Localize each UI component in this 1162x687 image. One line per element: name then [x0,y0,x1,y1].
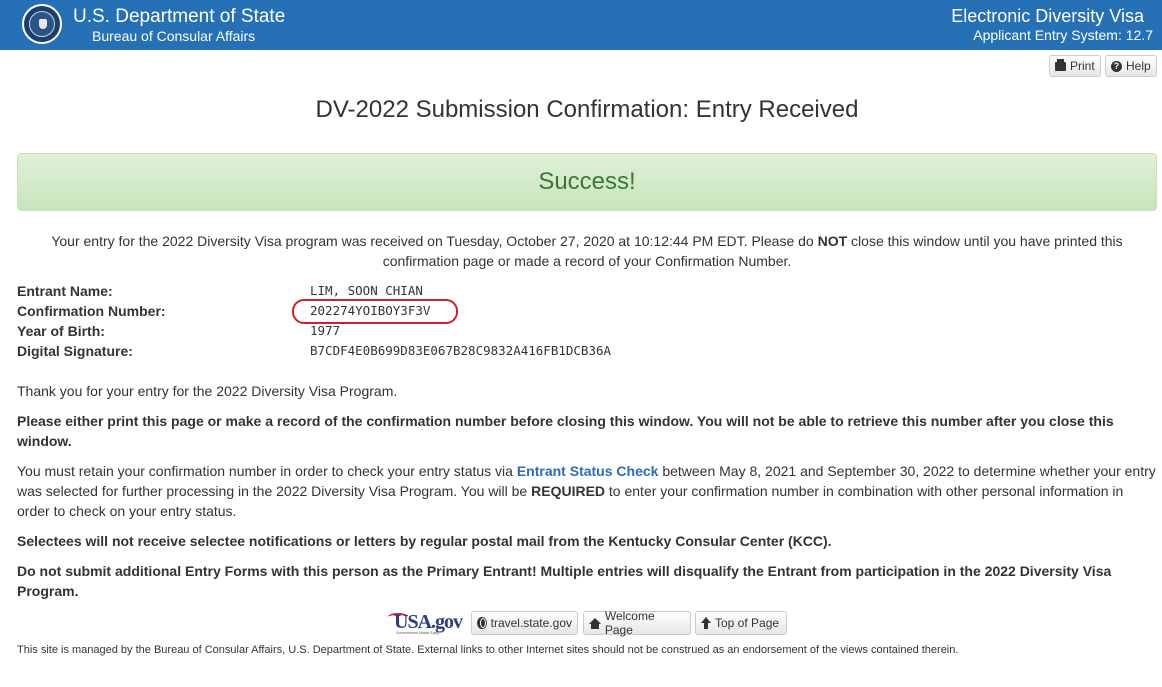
retain-paragraph: You must retain your confirmation number… [17,463,1156,519]
usa-gov-tagline: Government Made Easy [396,630,440,635]
multiple-entries-paragraph: Do not submit additional Entry Forms wit… [17,563,1112,599]
welcome-page-button[interactable]: Welcome Page [583,609,691,637]
arrow-up-icon [701,617,711,629]
selectees-paragraph: Selectees will not receive selectee noti… [17,533,832,549]
year-of-birth-label: Year of Birth: [17,323,105,339]
help-button-label: Help [1126,59,1151,73]
question-circle-icon: ? [1111,60,1122,72]
bureau-subtitle: Bureau of Consular Affairs [92,28,256,44]
globe-icon [477,617,487,629]
site-header: U.S. Department of State Bureau of Consu… [0,0,1162,50]
home-icon [589,617,601,629]
digital-signature-value: B7CDF4E0B699D83E067B28C9832A416FB1DCB36A [310,343,612,358]
top-of-page-button[interactable]: Top of Page [695,611,787,635]
year-of-birth-value: 1977 [310,323,341,338]
not-emphasis: NOT [817,233,848,249]
page-title: DV-2022 Submission Confirmation: Entry R… [315,96,859,123]
receipt-notice: Your entry for the 2022 Diversity Visa p… [51,233,1123,269]
site-footer-disclaimer: This site is managed by the Bureau of Co… [17,644,959,656]
travel-button-label: travel.state.gov [490,616,572,630]
print-warning-paragraph: Please either print this page or make a … [17,413,1114,449]
success-message: Success! [538,168,636,195]
entrant-name-value: LIM, SOON CHIAN [310,283,423,298]
thanks-paragraph: Thank you for your entry for the 2022 Di… [17,383,398,399]
state-department-seal-icon [22,4,62,44]
confirmation-number-label: Confirmation Number: [17,303,166,319]
required-emphasis: REQUIRED [531,483,606,499]
success-alert: Success! [17,153,1157,211]
department-title: U.S. Department of State [73,6,286,27]
entrant-name-label: Entrant Name: [17,283,113,299]
system-version: Applicant Entry System: 12.7 [973,27,1153,43]
print-button[interactable]: Print [1049,55,1101,77]
usa-gov-logo[interactable]: USA.gov Government Made Easy [388,611,463,635]
printer-icon [1055,58,1066,71]
confirmation-highlight-circle [292,299,458,324]
help-button[interactable]: ? Help [1105,55,1157,77]
print-button-label: Print [1070,59,1095,73]
welcome-button-label: Welcome Page [604,609,655,637]
entrant-status-check-link[interactable]: Entrant Status Check [517,463,659,479]
travel-state-gov-button[interactable]: travel.state.gov [471,611,578,635]
digital-signature-label: Digital Signature: [17,343,133,359]
system-title: Electronic Diversity Visa [951,6,1144,26]
top-button-label: Top of Page [715,616,780,630]
